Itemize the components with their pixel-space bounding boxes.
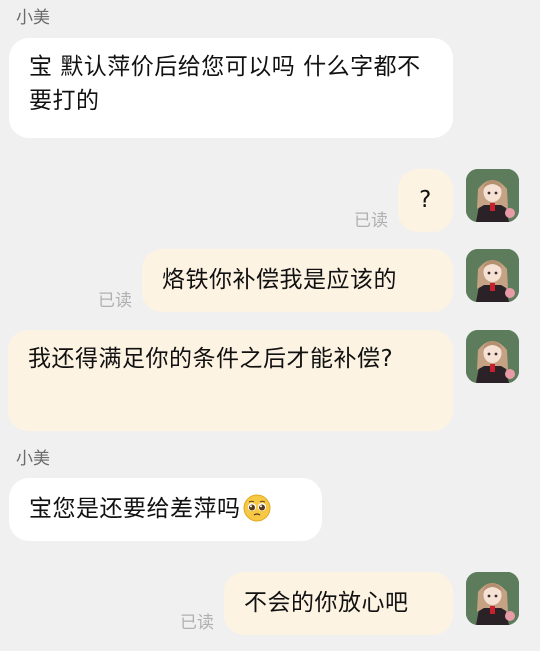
avatar[interactable]: [466, 169, 519, 222]
message-bubble-received[interactable]: 宝您是还要给差萍吗: [9, 478, 322, 541]
avatar[interactable]: [466, 572, 519, 625]
message-bubble-sent[interactable]: 烙铁你补偿我是应该的: [142, 249, 453, 312]
message-bubble-sent[interactable]: ?: [398, 169, 453, 232]
read-receipt: 已读: [98, 291, 132, 311]
message-bubble-sent[interactable]: 我还得满足你的条件之后才能补偿?: [8, 330, 453, 431]
avatar[interactable]: [466, 330, 519, 383]
message-text: 宝您是还要给差萍吗: [29, 496, 241, 522]
read-receipt: 已读: [354, 211, 388, 231]
read-receipt: 已读: [180, 613, 214, 633]
pleading-face-emoji-icon: [243, 494, 270, 521]
sender-name: 小美: [16, 8, 50, 28]
sender-name: 小美: [16, 449, 50, 469]
anime-girl-avatar-icon: [466, 169, 519, 222]
message-bubble-sent[interactable]: 不会的你放心吧: [224, 572, 453, 635]
anime-girl-avatar-icon: [466, 249, 519, 302]
message-bubble-received[interactable]: 宝 默认萍价后给您可以吗 什么字都不要打的: [9, 38, 453, 138]
avatar[interactable]: [466, 249, 519, 302]
anime-girl-avatar-icon: [466, 572, 519, 625]
anime-girl-avatar-icon: [466, 330, 519, 383]
